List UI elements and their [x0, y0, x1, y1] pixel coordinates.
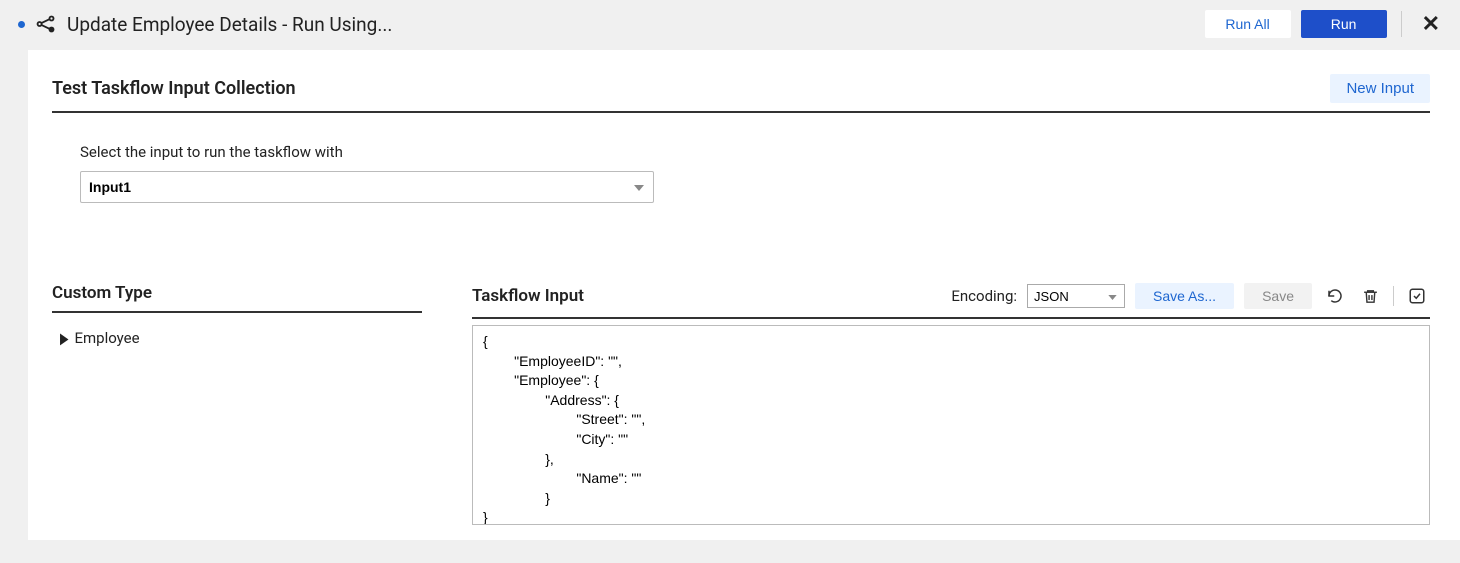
custom-type-column: Custom Type ▶ Employee: [52, 283, 422, 529]
unsaved-indicator-dot: [18, 21, 25, 28]
validate-button[interactable]: [1404, 283, 1430, 309]
new-input-button[interactable]: New Input: [1330, 74, 1430, 103]
tree-item-label: Employee: [74, 329, 139, 347]
json-input-textarea[interactable]: [472, 325, 1430, 525]
delete-button[interactable]: [1358, 284, 1383, 309]
taskflow-input-column: Taskflow Input Encoding: Save As... Save: [472, 283, 1430, 529]
run-all-button[interactable]: Run All: [1205, 10, 1291, 38]
taskflow-icon: [35, 13, 57, 35]
close-icon[interactable]: ✕: [1416, 12, 1446, 37]
input-select-label: Select the input to run the taskflow wit…: [80, 143, 1430, 161]
header-left: Update Employee Details - Run Using...: [18, 13, 1205, 36]
taskflow-input-header-row: Taskflow Input Encoding: Save As... Save: [472, 283, 1430, 319]
taskflow-input-heading: Taskflow Input: [472, 286, 584, 306]
run-button[interactable]: Run: [1301, 10, 1387, 38]
save-button: Save: [1244, 283, 1312, 309]
input-select-field[interactable]: [80, 171, 654, 203]
custom-type-heading: Custom Type: [52, 283, 422, 313]
input-select[interactable]: [80, 171, 654, 203]
encoding-label: Encoding:: [951, 287, 1017, 305]
encoding-select[interactable]: [1027, 284, 1125, 308]
undo-button[interactable]: [1322, 283, 1348, 309]
divider: [1393, 286, 1394, 306]
divider: [1401, 11, 1402, 37]
save-as-button[interactable]: Save As...: [1135, 283, 1234, 309]
panel-header: Test Taskflow Input Collection New Input: [52, 74, 1430, 113]
main-panel: Test Taskflow Input Collection New Input…: [28, 50, 1460, 540]
tree-item-employee[interactable]: ▶ Employee: [52, 327, 422, 347]
panel-title: Test Taskflow Input Collection: [52, 78, 1330, 99]
columns: Custom Type ▶ Employee Taskflow Input En…: [52, 283, 1430, 529]
header-bar: Update Employee Details - Run Using... R…: [0, 0, 1460, 50]
header-actions: Run All Run ✕: [1205, 10, 1446, 38]
caret-right-icon: ▶: [60, 329, 68, 347]
page-title: Update Employee Details - Run Using...: [67, 13, 392, 36]
